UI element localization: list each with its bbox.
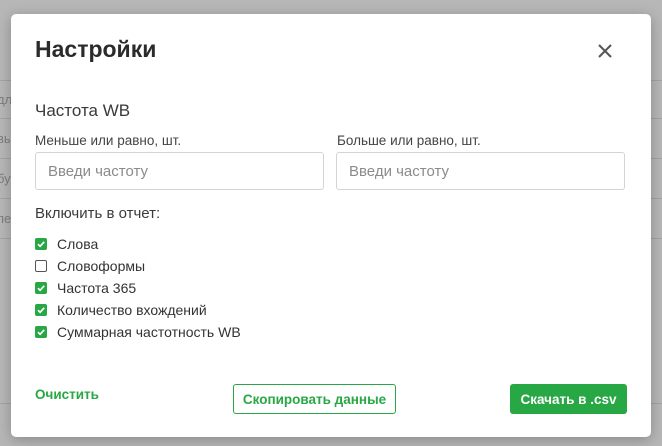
checkbox-checked[interactable] <box>35 304 47 316</box>
option-row[interactable]: Частота 365 <box>35 278 136 298</box>
option-row[interactable]: Количество вхождений <box>35 300 207 320</box>
section-title-frequency: Частота WB <box>35 101 131 120</box>
checkbox-checked[interactable] <box>35 282 47 294</box>
option-row[interactable]: Слова <box>35 234 98 254</box>
settings-dialog: Настройки Частота WB Меньше или равно, ш… <box>11 14 651 437</box>
checkmark-icon <box>37 285 45 292</box>
min-frequency-label: Меньше или равно, шт. <box>35 133 182 148</box>
download-csv-button[interactable]: Скачать в .csv <box>510 384 627 414</box>
close-icon[interactable] <box>594 40 616 62</box>
option-label: Слова <box>57 236 99 252</box>
copy-data-button[interactable]: Скопировать данные <box>233 384 396 414</box>
max-frequency-label: Больше или равно, шт. <box>337 133 481 148</box>
option-label: Словоформы <box>57 258 146 274</box>
min-frequency-input[interactable] <box>35 152 324 190</box>
dialog-title: Настройки <box>35 36 157 62</box>
checkbox-unchecked[interactable] <box>35 260 47 272</box>
option-row[interactable]: Словоформы <box>35 256 145 276</box>
checkmark-icon <box>37 329 45 336</box>
checkbox-checked[interactable] <box>35 326 47 338</box>
option-row[interactable]: Суммарная частотность WB <box>35 322 241 342</box>
clear-button[interactable]: Очистить <box>35 387 99 402</box>
checkmark-icon <box>37 241 45 248</box>
checkmark-icon <box>37 307 45 314</box>
option-label: Частота 365 <box>57 280 137 296</box>
option-label: Количество вхождений <box>57 302 207 318</box>
checkbox-checked[interactable] <box>35 238 47 250</box>
option-label: Суммарная частотность WB <box>57 324 241 340</box>
max-frequency-input[interactable] <box>336 152 625 190</box>
include-in-report-label: Включить в отчет: <box>35 205 161 222</box>
